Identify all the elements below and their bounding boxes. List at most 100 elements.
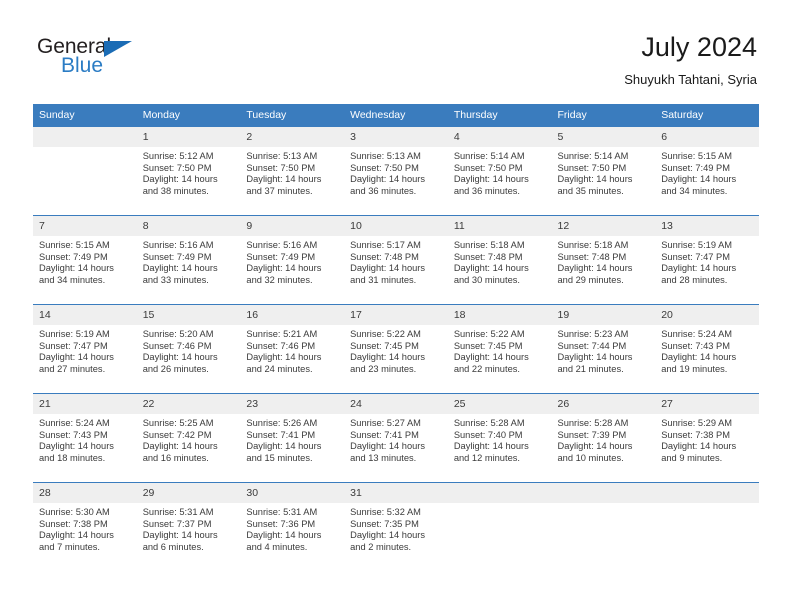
calendar-day-cell[interactable]: 14 Sunrise: 5:19 AM Sunset: 7:47 PM Dayligh… xyxy=(33,305,137,394)
calendar-day-cell[interactable]: 7 Sunrise: 5:15 AM Sunset: 7:49 PM Daylight… xyxy=(33,216,137,305)
day-number: 15 xyxy=(136,305,241,325)
day-details: Sunrise: 5:19 AM Sunset: 7:47 PM Daylight:… xyxy=(33,325,137,375)
sunset-text: Sunset: 7:50 PM xyxy=(453,162,523,173)
day-cell-inner: 24 Sunrise: 5:27 AM Sunset: 7:41 PM Dayligh… xyxy=(344,394,448,482)
day-details: Sunrise: 5:12 AM Sunset: 7:50 PM Daylight:… xyxy=(137,147,241,197)
calendar-day-cell[interactable]: 8 Sunrise: 5:16 AM Sunset: 7:49 PM Daylight… xyxy=(136,216,241,305)
calendar-week-row: 7 Sunrise: 5:15 AM Sunset: 7:49 PM Daylight… xyxy=(33,215,759,305)
daylight-text-line2: and 35 minutes. xyxy=(557,185,624,196)
daylight-text-line2: and 16 minutes. xyxy=(142,452,209,463)
sunset-text: Sunset: 7:43 PM xyxy=(661,340,730,351)
calendar-day-cell[interactable]: 29 Sunrise: 5:31 AM Sunset: 7:37 PM Dayligh… xyxy=(136,483,241,572)
daylight-text-line2: and 32 minutes. xyxy=(246,274,313,285)
day-cell-inner: 11 Sunrise: 5:18 AM Sunset: 7:48 PM Dayligh… xyxy=(447,216,552,304)
calendar-day-cell[interactable]: 3 Sunrise: 5:13 AM Sunset: 7:50 PM Daylight… xyxy=(344,127,448,216)
sunrise-text: Sunrise: 5:20 AM xyxy=(142,329,214,339)
sunset-text: Sunset: 7:39 PM xyxy=(557,429,627,440)
sunrise-text: Sunrise: 5:19 AM xyxy=(39,329,110,339)
sunset-text: Sunset: 7:49 PM xyxy=(142,251,212,262)
calendar-day-cell[interactable]: 27 Sunrise: 5:29 AM Sunset: 7:38 PM Dayligh… xyxy=(655,394,759,483)
sunrise-text: Sunrise: 5:22 AM xyxy=(453,329,525,339)
day-cell-inner: 22 Sunrise: 5:25 AM Sunset: 7:42 PM Dayligh… xyxy=(136,394,241,482)
weekday-header-thursday: Thursday xyxy=(447,104,552,127)
sunrise-text: Sunrise: 5:29 AM xyxy=(661,418,733,428)
day-details: Sunrise: 5:31 AM Sunset: 7:36 PM Daylight:… xyxy=(240,503,344,553)
calendar-day-cell[interactable]: 4 Sunrise: 5:14 AM Sunset: 7:50 PM Daylight… xyxy=(447,127,552,216)
calendar-day-cell[interactable]: 17 Sunrise: 5:22 AM Sunset: 7:45 PM Dayligh… xyxy=(344,305,448,394)
general-blue-logo[interactable]: General Blue xyxy=(37,36,157,82)
calendar-day-cell[interactable]: 28 Sunrise: 5:30 AM Sunset: 7:38 PM Dayligh… xyxy=(33,483,137,572)
sunset-text: Sunset: 7:45 PM xyxy=(453,340,523,351)
calendar-day-cell[interactable]: 15 Sunrise: 5:20 AM Sunset: 7:46 PM Dayligh… xyxy=(136,305,241,394)
calendar-day-cell[interactable]: 16 Sunrise: 5:21 AM Sunset: 7:46 PM Dayligh… xyxy=(240,305,345,394)
daylight-text-line1: Daylight: 14 hours xyxy=(661,352,737,363)
daylight-text-line2: and 12 minutes. xyxy=(453,452,520,463)
daylight-text-line1: Daylight: 14 hours xyxy=(246,352,322,363)
calendar-day-cell[interactable]: 31 Sunrise: 5:32 AM Sunset: 7:35 PM Dayligh… xyxy=(344,483,448,572)
calendar-day-cell[interactable]: 13 Sunrise: 5:19 AM Sunset: 7:47 PM Dayligh… xyxy=(655,216,759,305)
calendar-day-cell[interactable]: 24 Sunrise: 5:27 AM Sunset: 7:41 PM Dayligh… xyxy=(344,394,448,483)
day-details: Sunrise: 5:18 AM Sunset: 7:48 PM Daylight:… xyxy=(448,236,552,286)
calendar-day-cell[interactable]: 20 Sunrise: 5:24 AM Sunset: 7:43 PM Dayligh… xyxy=(655,305,759,394)
day-cell-inner: 27 Sunrise: 5:29 AM Sunset: 7:38 PM Dayligh… xyxy=(655,394,759,482)
day-number: 16 xyxy=(240,305,345,325)
daylight-text-line1: Daylight: 14 hours xyxy=(557,352,633,363)
sunrise-text: Sunrise: 5:18 AM xyxy=(557,240,629,250)
sunrise-text: Sunrise: 5:32 AM xyxy=(350,507,421,517)
sunrise-text: Sunrise: 5:31 AM xyxy=(246,507,318,517)
calendar-day-cell[interactable]: 6 Sunrise: 5:15 AM Sunset: 7:49 PM Daylight… xyxy=(655,127,759,216)
calendar-day-cell[interactable]: 5 Sunrise: 5:14 AM Sunset: 7:50 PM Daylight… xyxy=(551,127,656,216)
calendar-day-cell[interactable]: 26 Sunrise: 5:28 AM Sunset: 7:39 PM Dayligh… xyxy=(551,394,656,483)
daylight-text-line2: and 2 minutes. xyxy=(350,541,412,552)
sunset-text: Sunset: 7:50 PM xyxy=(142,162,212,173)
day-cell-inner: 6 Sunrise: 5:15 AM Sunset: 7:49 PM Daylight… xyxy=(655,127,759,215)
day-details: Sunrise: 5:26 AM Sunset: 7:41 PM Daylight:… xyxy=(240,414,344,464)
calendar-day-cell[interactable]: 18 Sunrise: 5:22 AM Sunset: 7:45 PM Dayligh… xyxy=(447,305,552,394)
day-number: 2 xyxy=(240,127,345,147)
day-number: 27 xyxy=(655,394,759,414)
daylight-text-line1: Daylight: 14 hours xyxy=(142,174,218,185)
sunrise-text: Sunrise: 5:24 AM xyxy=(39,418,110,428)
calendar-day-cell[interactable]: 22 Sunrise: 5:25 AM Sunset: 7:42 PM Dayligh… xyxy=(136,394,241,483)
calendar-day-cell[interactable]: 1 Sunrise: 5:12 AM Sunset: 7:50 PM Daylight… xyxy=(136,127,241,216)
daylight-text-line2: and 22 minutes. xyxy=(453,363,520,374)
sunset-text: Sunset: 7:49 PM xyxy=(661,162,730,173)
daylight-text-line2: and 36 minutes. xyxy=(453,185,520,196)
daylight-text-line1: Daylight: 14 hours xyxy=(39,352,114,363)
calendar-day-cell[interactable]: 23 Sunrise: 5:26 AM Sunset: 7:41 PM Dayligh… xyxy=(240,394,345,483)
day-details: Sunrise: 5:24 AM Sunset: 7:43 PM Daylight:… xyxy=(33,414,137,464)
calendar-day-cell[interactable]: 10 Sunrise: 5:17 AM Sunset: 7:48 PM Dayligh… xyxy=(344,216,448,305)
daylight-text-line1: Daylight: 14 hours xyxy=(557,441,633,452)
day-cell-inner: 25 Sunrise: 5:28 AM Sunset: 7:40 PM Dayligh… xyxy=(447,394,552,482)
calendar-day-cell[interactable]: 2 Sunrise: 5:13 AM Sunset: 7:50 PM Daylight… xyxy=(240,127,345,216)
calendar-day-cell[interactable]: 30 Sunrise: 5:31 AM Sunset: 7:36 PM Dayligh… xyxy=(240,483,345,572)
sunset-text: Sunset: 7:48 PM xyxy=(453,251,523,262)
day-number: 17 xyxy=(344,305,448,325)
calendar-day-cell[interactable]: 9 Sunrise: 5:16 AM Sunset: 7:49 PM Daylight… xyxy=(240,216,345,305)
daylight-text-line1: Daylight: 14 hours xyxy=(350,263,426,274)
day-details: Sunrise: 5:14 AM Sunset: 7:50 PM Daylight:… xyxy=(448,147,552,197)
calendar-day-cell[interactable]: 25 Sunrise: 5:28 AM Sunset: 7:40 PM Dayligh… xyxy=(447,394,552,483)
daylight-text-line1: Daylight: 14 hours xyxy=(39,441,114,452)
sunrise-text: Sunrise: 5:19 AM xyxy=(661,240,733,250)
daylight-text-line1: Daylight: 14 hours xyxy=(142,352,218,363)
calendar-body: 1 Sunrise: 5:12 AM Sunset: 7:50 PM Daylight… xyxy=(33,126,759,572)
logo-text-blue: Blue xyxy=(61,54,104,77)
sunset-text: Sunset: 7:46 PM xyxy=(246,340,316,351)
day-details: Sunrise: 5:14 AM Sunset: 7:50 PM Daylight:… xyxy=(552,147,656,197)
daylight-text-line2: and 13 minutes. xyxy=(350,452,417,463)
calendar-week-row: 14 Sunrise: 5:19 AM Sunset: 7:47 PM Dayligh… xyxy=(33,304,759,394)
sunset-text: Sunset: 7:38 PM xyxy=(661,429,730,440)
calendar-day-cell[interactable]: 21 Sunrise: 5:24 AM Sunset: 7:43 PM Dayligh… xyxy=(33,394,137,483)
sunset-text: Sunset: 7:42 PM xyxy=(142,429,212,440)
daylight-text-line1: Daylight: 14 hours xyxy=(350,530,426,541)
calendar-day-cell[interactable]: 11 Sunrise: 5:18 AM Sunset: 7:48 PM Dayligh… xyxy=(447,216,552,305)
weekday-header-tuesday: Tuesday xyxy=(240,104,345,127)
daylight-text-line2: and 10 minutes. xyxy=(557,452,624,463)
day-details: Sunrise: 5:30 AM Sunset: 7:38 PM Daylight:… xyxy=(33,503,137,553)
calendar-day-cell[interactable]: 19 Sunrise: 5:23 AM Sunset: 7:44 PM Dayligh… xyxy=(551,305,656,394)
calendar-day-cell[interactable]: 12 Sunrise: 5:18 AM Sunset: 7:48 PM Dayligh… xyxy=(551,216,656,305)
daylight-text-line2: and 30 minutes. xyxy=(453,274,520,285)
day-cell-inner: 26 Sunrise: 5:28 AM Sunset: 7:39 PM Dayligh… xyxy=(551,394,656,482)
daylight-text-line1: Daylight: 14 hours xyxy=(350,352,426,363)
